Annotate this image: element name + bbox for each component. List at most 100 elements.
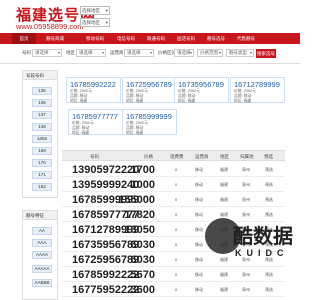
watermark-text-cn: 酷数据 [233,226,293,248]
sidebar-prefix-item[interactable]: 170 [32,159,52,167]
row-carrier: 移动 [195,197,203,202]
sidebar-prefix-item[interactable]: 135 [32,87,52,95]
filter-label-carrier: 运营商 [110,50,124,55]
filter-number-select[interactable]: 请选择 ▾ [32,49,62,57]
sidebar-prefix-item[interactable]: 138 [32,123,52,131]
row-carrier: 移动 [195,272,203,277]
site-header: 福建选号网 www.05958899.com 选择地区 ▾ 选择地区 ▾ [0,0,300,33]
nav-item-resale[interactable]: 代售靓号 [231,33,261,44]
sidebar-pattern-item[interactable]: AAAAA [32,265,52,273]
nav-item-shop[interactable]: 靓号商城 [40,33,70,44]
sidebar-prefix-item[interactable]: 162 [32,183,52,191]
filter-range-value: 价格范围 [200,50,218,55]
row-fee: 0 [175,197,178,202]
region-select-2[interactable]: 选择地区 ▾ [80,18,110,27]
card-region: 地区: 福建 [72,131,90,135]
filter-type-select[interactable]: 靓号类型 ▾ [226,49,254,57]
col-header-price: 价格 [144,154,153,159]
filter-region-select[interactable]: 请选择 ▾ [76,49,106,57]
row-region: 福建 [220,167,228,172]
row-location: 泉州 [242,197,250,202]
featured-number-card[interactable]: 16785999999 价格: 2000元 品牌: 移动 地区: 福建 [122,109,177,135]
nav-item-landline[interactable]: 固话号码 [171,33,201,44]
chevron-down-icon: ▾ [149,50,152,55]
watermark-logo: 酷数据 KUIDC [205,218,305,300]
region-select-1-value: 选择地区 [82,8,100,13]
row-fee: 0 [175,182,178,187]
sidebar-prefix-item[interactable]: 169 [32,147,52,155]
row-carrier: 移动 [195,227,203,232]
table-row[interactable]: 13905972220 1700 0 移动 福建 泉州 预选 [62,162,285,177]
card-number: 16735956789 [178,80,224,89]
site-url: www.05958899.com [16,22,84,31]
featured-number-card[interactable]: 16785992222 价格: 2000元 品牌: 移动 地区: 福建 [66,77,121,103]
table-row[interactable]: 16785999999 155000 0 移动 福建 泉州 预选 [62,192,285,207]
chevron-down-icon: ▾ [57,50,60,55]
card-region: 地区: 福建 [126,99,144,103]
region-select-2-value: 选择地区 [82,20,100,25]
row-fee: 0 [175,287,178,292]
sidebar-prefix-title: 号段号码 [23,71,57,80]
card-region: 地区: 福建 [126,131,144,135]
table-row[interactable]: 13959999240 1000 0 移动 福建 泉州 预选 [62,177,285,192]
row-pick-link[interactable]: 预选 [265,197,273,203]
nav-item-home[interactable]: 首页 [12,33,36,44]
filter-price-select[interactable]: 请选择 ▾ [174,49,194,57]
featured-number-card[interactable]: 16735956789 价格: 2000元 品牌: 移动 地区: 福建 [174,77,229,103]
filter-price-value: 请选择 [177,50,191,55]
row-location: 泉州 [242,182,250,187]
card-region: 地区: 福建 [178,99,196,103]
row-price: 155000 [118,194,155,206]
sidebar-pattern-item[interactable]: AA [32,227,52,235]
filter-label-number: 号码 [22,50,31,55]
nav-item-mobile[interactable]: 移动号码 [80,33,110,44]
featured-number-card[interactable]: 16785977777 价格: 2000元 品牌: 移动 地区: 福建 [68,109,123,135]
filter-type-value: 靓号类型 [229,50,247,55]
col-header-fee: 话费费 [170,154,184,159]
sidebar-prefix-box: 号段号码 135 136 137 138 1655 169 170 171 16… [22,70,58,198]
row-pick-link[interactable]: 预选 [265,182,273,188]
filter-label-region: 地区 [66,50,75,55]
region-select-1[interactable]: 选择地区 ▾ [80,6,110,15]
col-header-region: 地区 [220,154,229,159]
chevron-down-icon: ▾ [189,50,192,55]
sidebar-pattern-box: 靓号特征 AA AAA AAAA AAAAA AABBB [22,210,58,300]
sidebar-pattern-item[interactable]: AAAA [32,251,52,259]
filter-number-value: 请选择 [35,50,49,55]
sidebar-prefix-item[interactable]: 137 [32,111,52,119]
row-price: 6030 [130,254,155,266]
row-carrier: 移动 [195,287,203,292]
row-price: 5670 [130,269,155,281]
filter-carrier-value: 请选择 [127,50,141,55]
filter-bar: 号码 请选择 ▾ 地区 请选择 ▾ 运营商 请选择 ▾ 价格区间 请选择 ▾ 价格范围 ▾… [0,44,300,64]
row-carrier: 移动 [195,182,203,187]
featured-number-card[interactable]: 16712789999 价格: 2000元 品牌: 移动 地区: 福建 [230,77,285,103]
sidebar-pattern-item[interactable]: AAA [32,239,52,247]
sidebar-pattern-item[interactable]: AABBB [32,279,52,287]
search-button[interactable]: 搜索选号 [256,49,276,58]
row-price: 6030 [130,239,155,251]
row-price: 17820 [124,209,155,221]
card-region: 地区: 福建 [234,99,252,103]
filter-carrier-select[interactable]: 请选择 ▾ [124,49,154,57]
chevron-down-icon: ▾ [101,50,104,55]
row-region: 福建 [220,182,228,187]
number-table-header: 号码 价格 话费费 运营商 地区 归属地 预选 [62,150,285,161]
sidebar-prefix-item[interactable]: 1655 [32,135,52,143]
sidebar-prefix-item[interactable]: 171 [32,171,52,179]
nav-item-unicom[interactable]: 联通号码 [141,33,171,44]
row-price: 13050 [124,224,155,236]
row-carrier: 移动 [195,257,203,262]
chevron-down-icon: ▾ [218,50,221,55]
nav-item-pick[interactable]: 靓号选号 [201,33,231,44]
filter-range-select[interactable]: 价格范围 ▾ [197,49,223,57]
row-price: 1000 [130,179,155,191]
filter-region-value: 请选择 [79,50,93,55]
row-carrier: 移动 [195,167,203,172]
row-carrier: 移动 [195,242,203,247]
row-pick-link[interactable]: 预选 [265,167,273,173]
featured-number-card[interactable]: 16725956789 价格: 2000元 品牌: 移动 地区: 福建 [122,77,177,103]
sidebar-prefix-item[interactable]: 136 [32,99,52,107]
row-fee: 0 [175,167,178,172]
nav-item-telecom[interactable]: 电信号码 [111,33,141,44]
